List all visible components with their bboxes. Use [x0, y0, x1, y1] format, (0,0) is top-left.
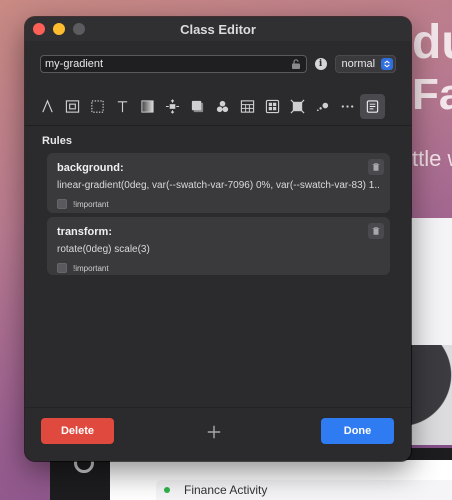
shadow-icon[interactable]: [185, 94, 210, 119]
effects-icon[interactable]: [210, 94, 235, 119]
spacing-icon[interactable]: [160, 94, 185, 119]
background-heading-1: du: [412, 16, 452, 69]
chevron-up-down-icon: [381, 58, 393, 70]
important-toggle[interactable]: !important: [57, 199, 380, 209]
toolbar-divider: [25, 125, 411, 126]
style-toolbar: [25, 89, 411, 123]
minimize-button[interactable]: [53, 23, 65, 35]
css-rules-icon[interactable]: [360, 93, 385, 119]
window-title: Class Editor: [180, 21, 256, 37]
state-select-value: normal: [341, 58, 376, 70]
footer-divider: [25, 407, 411, 408]
info-icon[interactable]: i: [314, 58, 327, 70]
trash-icon[interactable]: [368, 223, 384, 239]
more-icon[interactable]: [335, 94, 360, 119]
rules-heading: Rules: [42, 135, 72, 147]
finance-activity-row: Finance Activity: [156, 480, 452, 500]
layout-icon[interactable]: [260, 94, 285, 119]
background-heading-2: Fa: [412, 70, 452, 119]
important-checkbox[interactable]: [57, 263, 67, 273]
rule-property: background:: [57, 162, 124, 174]
class-name-value: my-gradient: [45, 58, 104, 70]
rule-card-transform[interactable]: transform: rotate(0deg) scale(3) !import…: [47, 217, 390, 275]
lock-icon[interactable]: [290, 58, 302, 70]
typography-icon[interactable]: [35, 94, 60, 119]
plus-icon: [207, 425, 221, 439]
important-checkbox[interactable]: [57, 199, 67, 209]
box-model-icon[interactable]: [60, 94, 85, 119]
title-bar[interactable]: Class Editor: [25, 17, 411, 41]
add-rule-button[interactable]: [205, 423, 223, 441]
important-toggle[interactable]: !important: [57, 263, 380, 273]
done-button[interactable]: Done: [321, 418, 394, 444]
rule-value[interactable]: linear-gradient(0deg, var(--swatch-var-7…: [57, 180, 380, 191]
rule-property: transform:: [57, 226, 113, 238]
state-select[interactable]: normal: [334, 55, 396, 73]
border-icon[interactable]: [85, 94, 110, 119]
class-editor-window: Class Editor my-gradient i normal Rules …: [25, 17, 411, 461]
text-icon[interactable]: [110, 94, 135, 119]
animation-icon[interactable]: [310, 94, 335, 119]
window-controls: [33, 23, 85, 35]
transform-icon[interactable]: [285, 94, 310, 119]
grid-icon[interactable]: [235, 94, 260, 119]
trash-icon[interactable]: [368, 159, 384, 175]
status-dot: [164, 487, 170, 493]
zoom-button[interactable]: [73, 23, 85, 35]
important-label: !important: [73, 263, 109, 273]
delete-button[interactable]: Delete: [41, 418, 114, 444]
finance-activity-label: Finance Activity: [184, 483, 268, 497]
background-icon[interactable]: [135, 94, 160, 119]
important-label: !important: [73, 199, 109, 209]
class-name-row: my-gradient i normal: [40, 55, 396, 73]
class-name-field[interactable]: my-gradient: [40, 55, 307, 73]
rule-value[interactable]: rotate(0deg) scale(3): [57, 244, 380, 255]
background-subtext: ttle w: [412, 146, 452, 171]
close-button[interactable]: [33, 23, 45, 35]
rule-card-background[interactable]: background: linear-gradient(0deg, var(--…: [47, 153, 390, 213]
